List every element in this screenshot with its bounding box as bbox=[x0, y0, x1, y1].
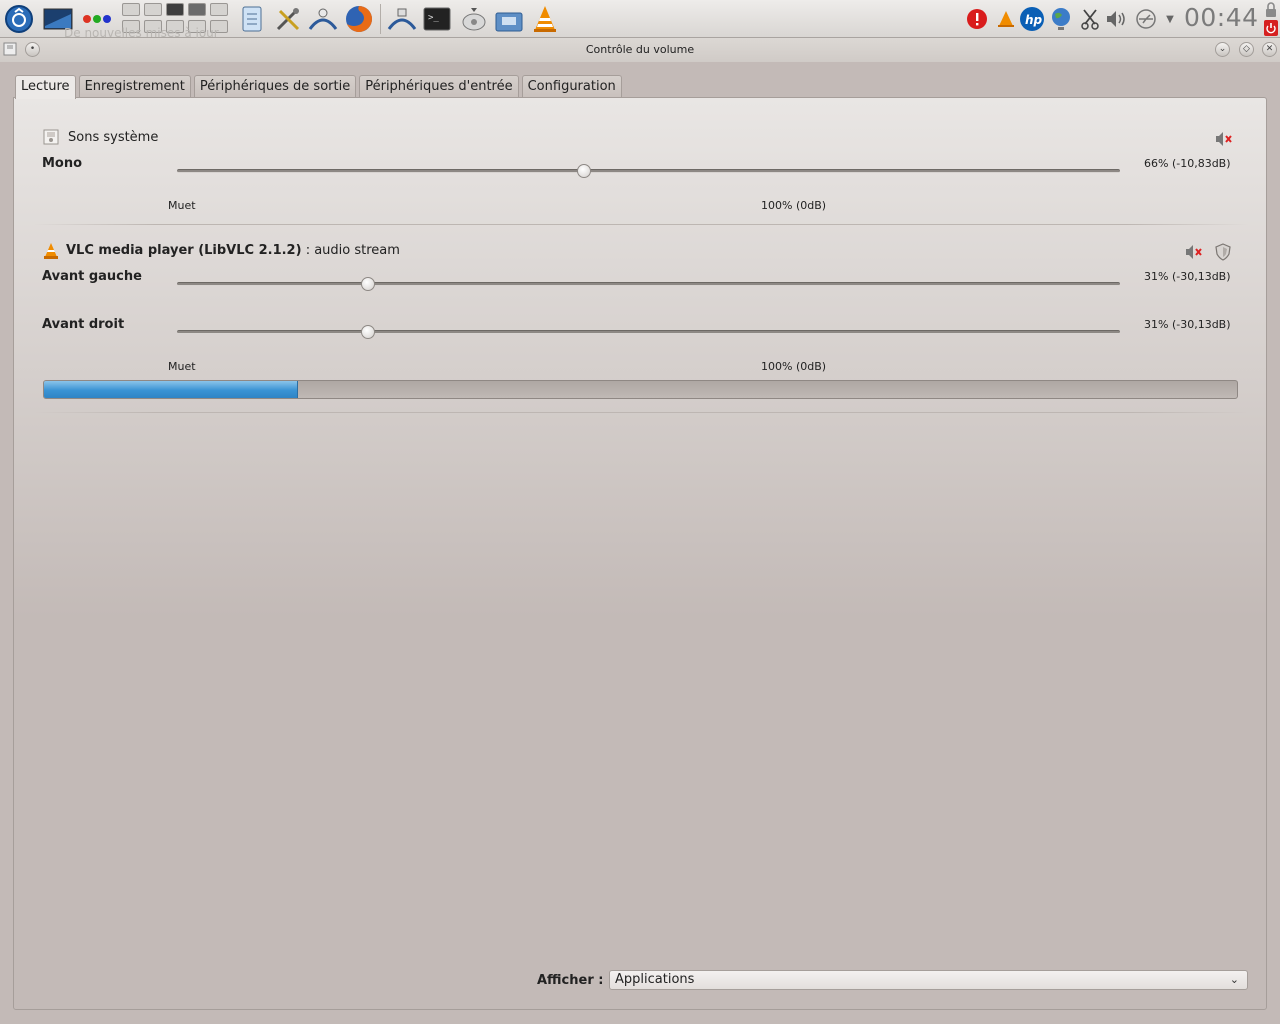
show-select[interactable]: Applications ⌄ bbox=[609, 970, 1248, 990]
minimize-button[interactable]: ⌄ bbox=[1215, 42, 1230, 57]
top-panel: >_ De nouvelles mises à jour hp ▼ 00:44 bbox=[0, 0, 1280, 40]
slider-handle[interactable] bbox=[361, 325, 376, 339]
volume-readout: 31% (-30,13dB) bbox=[1144, 318, 1231, 331]
share-icon[interactable] bbox=[493, 3, 525, 35]
shield-icon[interactable] bbox=[1215, 243, 1231, 261]
chevron-down-icon: ⌄ bbox=[1229, 973, 1239, 986]
stream-separator bbox=[34, 224, 1248, 225]
panel-separator bbox=[380, 4, 381, 34]
scale-min-label: Muet bbox=[168, 360, 196, 373]
globe-icon[interactable] bbox=[1045, 3, 1077, 35]
mute-icon[interactable] bbox=[1185, 244, 1203, 260]
disk-icon[interactable] bbox=[458, 3, 490, 35]
scale-mid-label: 100% (0dB) bbox=[761, 360, 827, 373]
tab-configuration[interactable]: Configuration bbox=[521, 75, 622, 98]
system-sounds-icon bbox=[43, 129, 59, 145]
channel-label: Mono bbox=[42, 156, 83, 171]
svg-text:hp: hp bbox=[1025, 13, 1043, 27]
mixer-window: Lecture Enregistrement Périphériques de … bbox=[0, 62, 1280, 1024]
volume-readout: 31% (-30,13dB) bbox=[1144, 270, 1231, 283]
channel-label: Avant droit bbox=[42, 317, 125, 332]
clock[interactable]: 00:44 bbox=[1184, 3, 1259, 32]
vlc-stream-icon bbox=[43, 242, 59, 260]
tools-icon[interactable] bbox=[272, 3, 304, 35]
volume-icon[interactable] bbox=[1101, 3, 1133, 35]
alert-icon[interactable] bbox=[961, 3, 993, 35]
tab-bar: Lecture Enregistrement Périphériques de … bbox=[15, 75, 625, 99]
slider-handle[interactable] bbox=[361, 277, 376, 291]
stream-name: Sons système bbox=[68, 130, 159, 145]
tab-lecture[interactable]: Lecture bbox=[15, 75, 76, 99]
slider-handle[interactable] bbox=[576, 164, 591, 178]
scale-mid-label: 100% (0dB) bbox=[761, 199, 827, 212]
firefox-icon[interactable] bbox=[343, 3, 375, 35]
tab-peripheriques-sortie[interactable]: Périphériques de sortie bbox=[193, 75, 357, 98]
window-title: Contrôle du volume bbox=[585, 43, 695, 56]
volume-slider-front-left[interactable] bbox=[177, 282, 1120, 286]
terminal-icon[interactable]: >_ bbox=[421, 3, 453, 35]
close-button[interactable]: ✕ bbox=[1262, 42, 1277, 57]
peak-meter bbox=[43, 380, 1238, 399]
mute-icon[interactable] bbox=[1215, 131, 1233, 147]
scale-min-label: Muet bbox=[168, 199, 196, 212]
volume-readout: 66% (-10,83dB) bbox=[1144, 157, 1231, 170]
volume-slider-front-right[interactable] bbox=[177, 330, 1120, 334]
window-titlebar[interactable]: • Contrôle du volume ⌄ ◇ ✕ bbox=[0, 38, 1280, 62]
stream-name: VLC media player (LibVLC 2.1.2) : audio … bbox=[66, 243, 400, 258]
stream-app-name: VLC media player (LibVLC 2.1.2) bbox=[66, 243, 302, 258]
volume-slider-mono[interactable] bbox=[177, 169, 1120, 173]
network-icon[interactable] bbox=[307, 3, 339, 35]
svg-text:>_: >_ bbox=[428, 13, 439, 23]
vlc-icon[interactable] bbox=[529, 3, 561, 35]
playback-pane: Sons système Mono 66% (-10,83dB) Muet 10… bbox=[13, 97, 1267, 1010]
logout-icon[interactable] bbox=[1264, 20, 1278, 36]
show-select-value: Applications bbox=[615, 972, 695, 987]
expand-arrow-icon[interactable]: ▼ bbox=[1156, 3, 1184, 35]
hp-icon[interactable]: hp bbox=[1016, 3, 1048, 35]
show-label: Afficher : bbox=[537, 973, 604, 988]
notes-icon[interactable] bbox=[236, 3, 268, 35]
lock-icon[interactable] bbox=[1264, 2, 1278, 18]
channel-label: Avant gauche bbox=[42, 269, 142, 284]
peak-meter-fill bbox=[44, 381, 299, 398]
tab-peripheriques-entree[interactable]: Périphériques d'entrée bbox=[359, 75, 519, 98]
tab-enregistrement[interactable]: Enregistrement bbox=[78, 75, 191, 98]
lock-logout-widget bbox=[1262, 0, 1280, 38]
stream-separator bbox=[34, 412, 1248, 413]
kde-menu-icon[interactable] bbox=[3, 3, 35, 35]
stream-description: : audio stream bbox=[305, 243, 400, 258]
dolphin-icon[interactable] bbox=[386, 3, 418, 35]
maximize-button[interactable]: ◇ bbox=[1239, 42, 1254, 57]
